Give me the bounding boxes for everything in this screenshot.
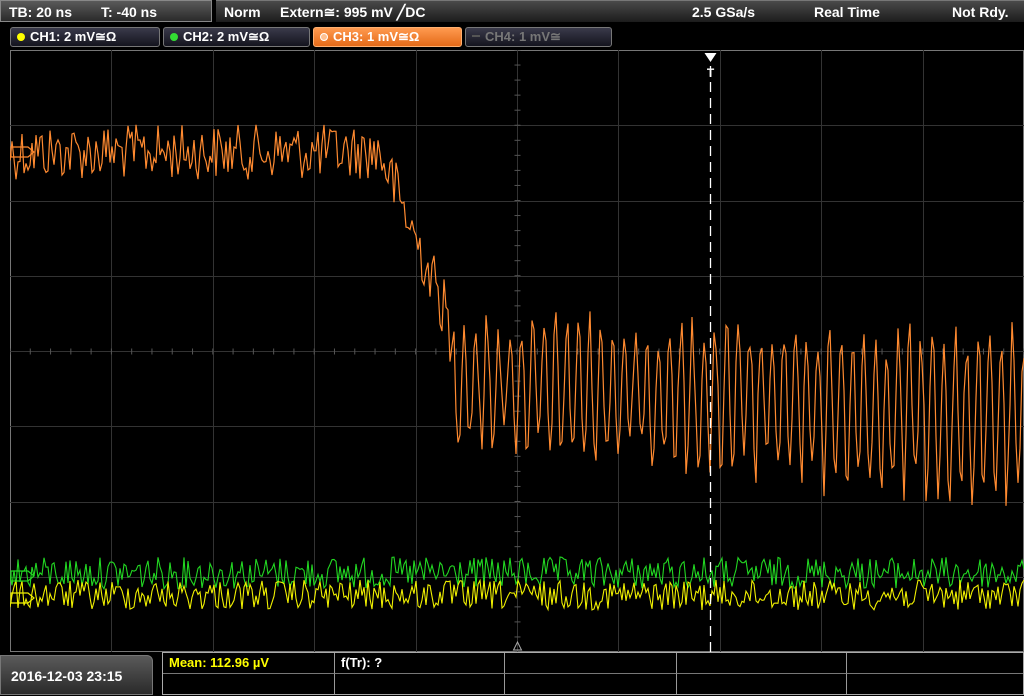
mean-measurement: Mean: 112.96 µV: [163, 653, 335, 673]
ch2-indicator-icon: [170, 33, 178, 41]
channel-tab-ch4[interactable]: CH4: 1 mV≅: [465, 27, 612, 47]
waveform-display[interactable]: T: [10, 50, 1024, 652]
measurement-slot-4: [677, 653, 847, 673]
measurement-slot-9: [677, 673, 847, 694]
measurement-slot-3: [505, 653, 677, 673]
frequency-measurement: f(Tr): ?: [335, 653, 505, 673]
measurement-slot-6: [163, 673, 335, 694]
ch1-indicator-icon: [17, 33, 25, 41]
acquisition-status[interactable]: Norm Extern≅: 995 mV ╱DC 2.5 GSa/s Real …: [216, 0, 1024, 22]
datetime-display: 2016-12-03 23:15: [0, 655, 153, 695]
timebase-label: TB: 20 ns: [9, 4, 73, 20]
timebase-box[interactable]: TB: 20 ns T: -40 ns: [0, 0, 212, 22]
sample-rate: 2.5 GSa/s: [692, 4, 756, 20]
trigger-source: Extern≅: 995 mV ╱DC: [280, 4, 426, 20]
trigger-mode: Norm: [224, 4, 261, 20]
channel-tab-ch3[interactable]: CH3: 1 mV≅Ω: [313, 27, 462, 47]
trigger-marker-label: T: [707, 66, 715, 80]
channel-tab-ch2[interactable]: CH2: 2 mV≅Ω: [163, 27, 310, 47]
channel-tab-ch1[interactable]: CH1: 2 mV≅Ω: [10, 27, 160, 47]
ch1-level-marker-icon: [10, 592, 35, 604]
ch3-indicator-icon: [320, 33, 328, 41]
trigger-time-label: T: -40 ns: [101, 4, 158, 20]
trigger-arrow-icon: [704, 53, 717, 62]
measurement-slot-5: [847, 653, 1024, 673]
measurement-slot-8: [505, 673, 677, 694]
status-bar: TB: 20 ns T: -40 ns Norm Extern≅: 995 mV…: [0, 0, 1024, 24]
ch4-indicator-icon: [472, 35, 480, 37]
measurement-slot-10: [847, 673, 1023, 694]
acquisition-mode: Real Time: [814, 4, 880, 20]
ready-state: Not Rdy.: [952, 4, 1009, 20]
waveform-graticule: T: [10, 50, 1024, 652]
measurement-slot-7: [335, 673, 505, 694]
measurement-panel[interactable]: Mean: 112.96 µV f(Tr): ?: [162, 652, 1024, 695]
